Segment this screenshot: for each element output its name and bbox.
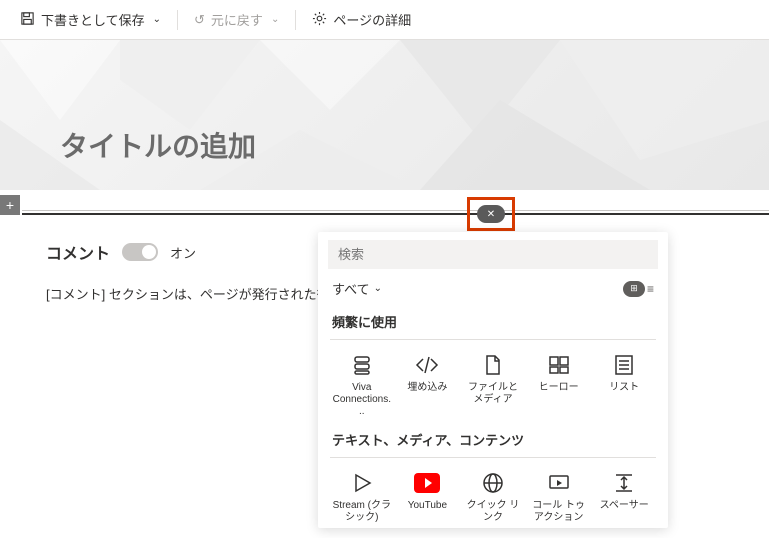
webpart-label: スペーサー [600,500,649,512]
comments-label: コメント [46,240,110,264]
chevron-down-icon: ⌄ [153,14,161,25]
youtube-icon [414,470,440,496]
globe-icon [480,470,506,496]
save-draft-button[interactable]: 下書きとして保存 ⌄ [12,6,169,33]
save-draft-label: 下書きとして保存 [41,10,145,29]
toolbar-separator [177,10,178,30]
webpart-youtube[interactable]: YouTube [396,464,460,528]
webpart-list[interactable]: リスト [592,346,656,424]
title-hero-region[interactable]: タイトルの追加 [0,40,769,190]
panel-body[interactable]: 頻繁に使用 Viva Connections... 埋め込み ファイルとメディア… [318,306,668,528]
section-divider [330,339,656,340]
chevron-down-icon: ⌄ [271,14,279,25]
close-highlight-box [467,197,515,231]
section-frequent-title: 頻繁に使用 [330,306,656,337]
webpart-embed[interactable]: 埋め込み [396,346,460,424]
search-input[interactable] [328,240,658,269]
editor-toolbar: 下書きとして保存 ⌄ ↺ 元に戻す ⌄ ページの詳細 [0,0,769,40]
file-icon [480,352,506,378]
webpart-label: クイック リンク [463,500,523,524]
webpart-cta[interactable]: コール トゥ アクション [527,464,591,528]
panel-search-wrapper [328,240,658,269]
add-section-button[interactable]: + [0,195,20,215]
comments-toggle-state: オン [170,243,196,262]
comments-toggle[interactable] [122,243,158,261]
undo-button[interactable]: ↺ 元に戻す ⌄ [186,6,287,33]
webpart-spacer[interactable]: スペーサー [592,464,656,528]
filter-label: すべて [332,279,370,298]
webpart-stream[interactable]: Stream (クラシック) [330,464,394,528]
hero-background [0,40,769,190]
cta-icon [546,470,572,496]
save-icon [20,11,35,29]
gear-icon [312,11,327,29]
chevron-down-icon: ⌄ [374,283,382,294]
webpart-label: YouTube [408,500,447,512]
spacer-icon [611,470,637,496]
stream-icon [349,470,375,496]
view-switcher[interactable]: ⊞ ≡ [623,281,654,297]
page-details-label: ページの詳細 [333,10,411,29]
section-divider [330,457,656,458]
panel-filter-row: すべて ⌄ ⊞ ≡ [318,275,668,306]
filter-dropdown[interactable]: すべて ⌄ [332,279,382,298]
section-divider [22,213,769,215]
list-view-icon: ≡ [647,282,654,296]
undo-icon: ↺ [194,12,205,28]
hero-icon [546,352,572,378]
section-textmedia-title: テキスト、メディア、コンテンツ [330,424,656,455]
page-details-button[interactable]: ページの詳細 [304,6,419,33]
list-icon [611,352,637,378]
webpart-toolbox-panel: すべて ⌄ ⊞ ≡ 頻繁に使用 Viva Connections... 埋め込み… [318,232,668,528]
textmedia-grid: Stream (クラシック) YouTube クイック リンク コール トゥ ア… [330,464,656,528]
page-title[interactable]: タイトルの追加 [60,125,256,165]
webpart-label: ヒーロー [539,382,579,394]
webpart-file-media[interactable]: ファイルとメディア [461,346,525,424]
webpart-label: ファイルとメディア [463,382,523,406]
webpart-label: Stream (クラシック) [332,500,392,524]
webpart-viva[interactable]: Viva Connections... [330,346,394,424]
webpart-label: Viva Connections... [332,382,392,418]
webpart-label: リスト [609,382,639,394]
webpart-label: 埋め込み [407,382,447,394]
viva-icon [349,352,375,378]
webpart-hero[interactable]: ヒーロー [527,346,591,424]
webpart-label: コール トゥ アクション [529,500,589,524]
toolbar-separator [295,10,296,30]
embed-icon [414,352,440,378]
webpart-quicklinks[interactable]: クイック リンク [461,464,525,528]
grid-view-icon: ⊞ [623,281,645,297]
frequent-grid: Viva Connections... 埋め込み ファイルとメディア ヒーロー … [330,346,656,424]
undo-label: 元に戻す [211,10,263,29]
